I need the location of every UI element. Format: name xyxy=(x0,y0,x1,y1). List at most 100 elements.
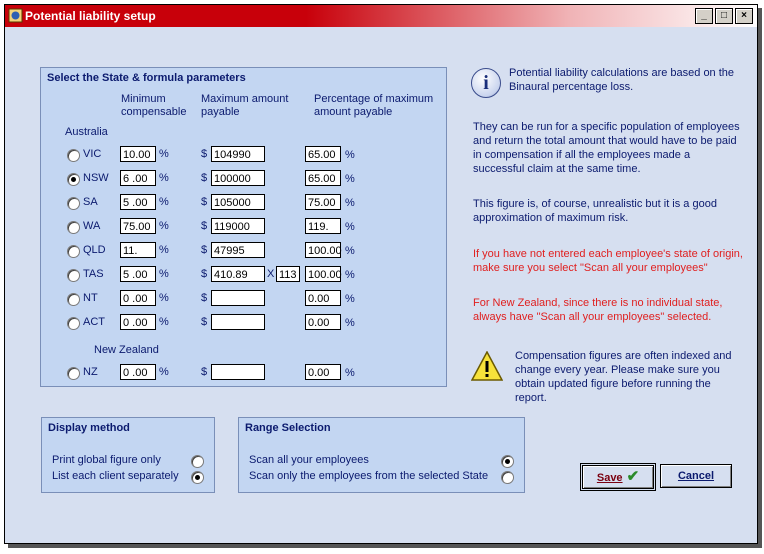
min-percent-wa: % xyxy=(159,220,169,232)
min-percent-vic: % xyxy=(159,148,169,160)
cancel-button[interactable]: Cancel xyxy=(660,464,732,488)
print-global-radio[interactable] xyxy=(191,455,204,468)
window-title: Potential liability setup xyxy=(25,9,156,23)
pct-field-nt[interactable]: 0.00 xyxy=(305,290,341,306)
pct-percent-nsw: % xyxy=(345,173,355,185)
min-field-nsw[interactable]: 6 .00 xyxy=(120,170,156,186)
state-label-wa: WA xyxy=(83,220,101,232)
state-radio-tas[interactable] xyxy=(67,269,80,282)
pct-field-nsw[interactable]: 65.00 xyxy=(305,170,341,186)
maximize-button[interactable]: □ xyxy=(715,8,733,24)
info-text-1: Potential liability calculations are bas… xyxy=(509,67,735,93)
min-field-act[interactable]: 0 .00 xyxy=(120,314,156,330)
pct-field-sa[interactable]: 75.00 xyxy=(305,194,341,210)
state-label-act: ACT xyxy=(83,316,105,328)
max-header: Maximum amount payable xyxy=(201,93,289,118)
new-zealand-group-label: New Zealand xyxy=(94,344,159,356)
scan-all-label: Scan all your employees xyxy=(249,454,369,466)
state-radio-sa[interactable] xyxy=(67,197,80,210)
pct-field-wa[interactable]: 119. xyxy=(305,218,341,234)
state-radio-qld[interactable] xyxy=(67,245,80,258)
close-button[interactable]: × xyxy=(735,8,753,24)
min-field-vic[interactable]: 10.00 xyxy=(120,146,156,162)
currency-qld: $ xyxy=(201,244,208,256)
state-radio-nsw[interactable] xyxy=(67,173,80,186)
scan-selected-radio[interactable] xyxy=(501,471,514,484)
pct-percent-tas: % xyxy=(345,269,355,281)
state-panel-title: Select the State & formula parameters xyxy=(47,72,246,84)
state-radio-act[interactable] xyxy=(67,317,80,330)
pct-percent-act: % xyxy=(345,317,355,329)
range-selection-title: Range Selection xyxy=(245,422,331,434)
state-label-nz: NZ xyxy=(83,366,98,378)
currency-nsw: $ xyxy=(201,172,208,184)
multiplier-field[interactable]: 113 xyxy=(276,266,300,282)
pct-field-vic[interactable]: 65.00 xyxy=(305,146,341,162)
save-button-frame: Save ✔ xyxy=(580,463,656,491)
info-text-3: This figure is, of course, unrealistic b… xyxy=(473,198,717,224)
save-button[interactable]: Save ✔ xyxy=(582,465,654,489)
info-text-indexed: Compensation figures are often indexed a… xyxy=(515,350,732,404)
title-bar: Potential liability setup _ □ × xyxy=(5,5,757,27)
app-icon xyxy=(8,8,23,23)
pct-field-tas[interactable]: 100.00 xyxy=(305,266,342,282)
max-field-nz[interactable] xyxy=(211,364,265,380)
max-field-vic[interactable]: 104990 xyxy=(211,146,265,162)
min-percent-nz: % xyxy=(159,366,169,378)
range-selection-panel: Range Selection Scan all your employees … xyxy=(238,417,525,493)
currency-sa: $ xyxy=(201,196,208,208)
max-field-nt[interactable] xyxy=(211,290,265,306)
max-field-act[interactable] xyxy=(211,314,265,330)
print-global-label: Print global figure only xyxy=(52,454,161,466)
currency-vic: $ xyxy=(201,148,208,160)
min-percent-nt: % xyxy=(159,292,169,304)
min-field-tas[interactable]: 5 .00 xyxy=(120,266,156,282)
state-parameters-panel: Select the State & formula parameters Mi… xyxy=(40,67,447,387)
state-radio-nt[interactable] xyxy=(67,293,80,306)
scan-all-radio[interactable] xyxy=(501,455,514,468)
state-label-nt: NT xyxy=(83,292,98,304)
info-icon: i xyxy=(471,68,501,98)
min-field-sa[interactable]: 5 .00 xyxy=(120,194,156,210)
min-field-qld[interactable]: 11. xyxy=(120,242,156,258)
pct-field-act[interactable]: 0.00 xyxy=(305,314,341,330)
state-radio-nz[interactable] xyxy=(67,367,80,380)
max-field-qld[interactable]: 47995 xyxy=(211,242,265,258)
currency-act: $ xyxy=(201,316,208,328)
multiplier-label: X xyxy=(267,268,275,280)
min-field-wa[interactable]: 75.00 xyxy=(120,218,156,234)
min-percent-sa: % xyxy=(159,196,169,208)
max-field-sa[interactable]: 105000 xyxy=(211,194,265,210)
pct-percent-vic: % xyxy=(345,149,355,161)
min-percent-tas: % xyxy=(159,268,169,280)
pct-percent-wa: % xyxy=(345,221,355,233)
max-field-tas[interactable]: 410.89 xyxy=(211,266,265,282)
state-label-tas: TAS xyxy=(83,268,104,280)
min-field-nt[interactable]: 0 .00 xyxy=(120,290,156,306)
pct-header: Percentage of maximum amount payable xyxy=(314,93,434,118)
pct-percent-nt: % xyxy=(345,293,355,305)
min-field-nz[interactable]: 0 .00 xyxy=(120,364,156,380)
list-each-radio[interactable] xyxy=(191,471,204,484)
info-text-2: They can be run for a specific populatio… xyxy=(473,121,740,175)
display-method-title: Display method xyxy=(48,422,130,434)
min-percent-qld: % xyxy=(159,244,169,256)
state-label-sa: SA xyxy=(83,196,98,208)
cancel-label: Cancel xyxy=(677,470,715,482)
pct-field-nz[interactable]: 0.00 xyxy=(305,364,341,380)
pct-percent-qld: % xyxy=(345,245,355,257)
max-field-wa[interactable]: 119000 xyxy=(211,218,265,234)
state-radio-wa[interactable] xyxy=(67,221,80,234)
pct-field-qld[interactable]: 100.00 xyxy=(305,242,342,258)
warning-text-state: If you have not entered each employee's … xyxy=(473,248,743,274)
warning-text-nz: For New Zealand, since there is no indiv… xyxy=(473,297,723,323)
currency-wa: $ xyxy=(201,220,208,232)
currency-tas: $ xyxy=(201,268,208,280)
state-radio-vic[interactable] xyxy=(67,149,80,162)
minimize-button[interactable]: _ xyxy=(695,8,713,24)
max-field-nsw[interactable]: 100000 xyxy=(211,170,265,186)
australia-group-label: Australia xyxy=(65,126,108,138)
scan-selected-label: Scan only the employees from the selecte… xyxy=(249,470,489,482)
save-label: Save xyxy=(596,472,623,484)
currency-nt: $ xyxy=(201,292,208,304)
